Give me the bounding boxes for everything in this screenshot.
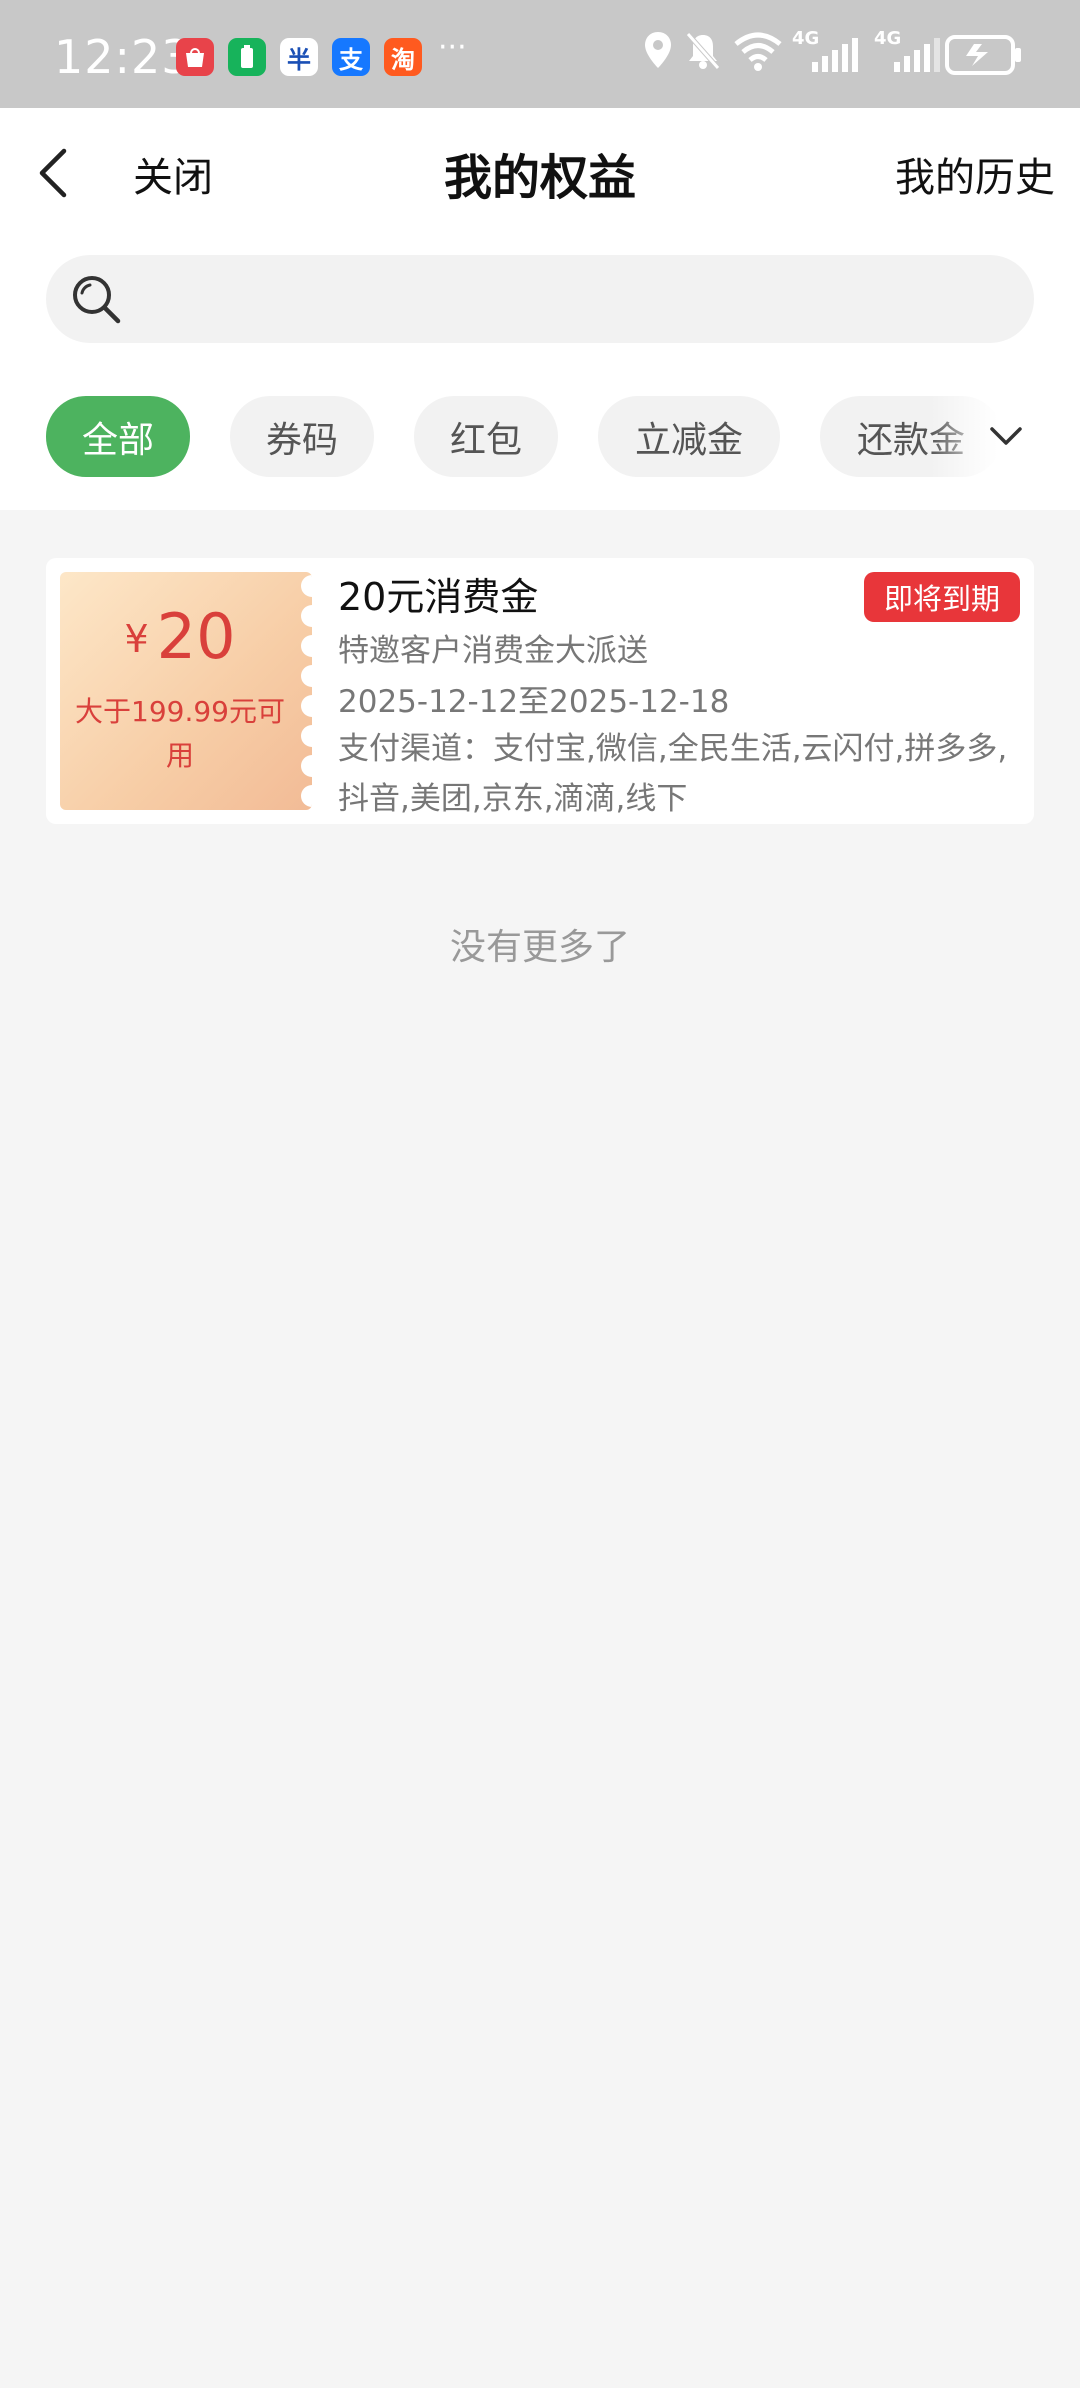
coupon-title: 20元消费金: [338, 575, 539, 619]
coupon-channels: 支付渠道：支付宝,微信,全民生活,云闪付,拼多多,抖音,美团,京东,滴滴,线下: [338, 731, 1008, 817]
mute-bell-icon: [686, 32, 720, 70]
expiring-badge: 即将到期: [864, 572, 1020, 622]
signal-2-icon: 4G: [874, 28, 944, 76]
chevron-left-icon: [39, 148, 67, 198]
battery-charging-icon: [945, 35, 1021, 75]
alipay-app-icon: 支: [332, 38, 370, 76]
status-time: 12:23: [54, 30, 192, 84]
close-button[interactable]: 关闭: [133, 145, 213, 203]
back-button[interactable]: [28, 138, 78, 208]
amount-value: 20: [156, 600, 236, 673]
more-notifications-icon: ···: [438, 30, 467, 65]
location-icon: [645, 32, 671, 68]
status-bar: 12:23 半 支 淘 ··· 4G 4G: [0, 0, 1080, 108]
coupon-condition: 大于199.99元可用: [75, 695, 285, 772]
unionpay-app-icon: 半: [280, 38, 318, 76]
battery-app-icon: [228, 38, 266, 76]
signal-1-icon: 4G: [792, 28, 862, 76]
stub-scallop-edge: [301, 575, 312, 807]
coupon-amount: ¥20: [60, 600, 300, 673]
huawei-appgallery-icon: [176, 38, 214, 76]
tab-label: 全部: [81, 419, 154, 461]
tab-discount[interactable]: 立减金: [598, 396, 780, 477]
coupon-stub: ¥20 大于199.99元可用: [60, 572, 312, 810]
tab-label: 红包: [449, 419, 522, 461]
currency-symbol: ¥: [124, 617, 149, 661]
tab-red-packet[interactable]: 红包: [414, 396, 558, 477]
taobao-app-icon: 淘: [384, 38, 422, 76]
history-button[interactable]: 我的历史: [895, 145, 1055, 203]
chevron-down-icon: [990, 427, 1022, 445]
expand-tabs-button[interactable]: [978, 410, 1034, 462]
tab-voucher-code[interactable]: 券码: [230, 396, 374, 477]
tab-all[interactable]: 全部: [46, 396, 190, 477]
wifi-icon: [734, 32, 782, 71]
no-more-text: 没有更多了: [449, 927, 630, 968]
tab-label: 立减金: [634, 419, 743, 461]
tab-label: 券码: [265, 419, 338, 461]
search-input[interactable]: [142, 255, 1002, 343]
search-icon: [73, 276, 121, 324]
search-bar[interactable]: [46, 255, 1034, 343]
coupon-date-range: 2025-12-12至2025-12-18: [338, 684, 730, 720]
coupon-subtitle: 特邀客户消费金大派送: [338, 633, 648, 669]
